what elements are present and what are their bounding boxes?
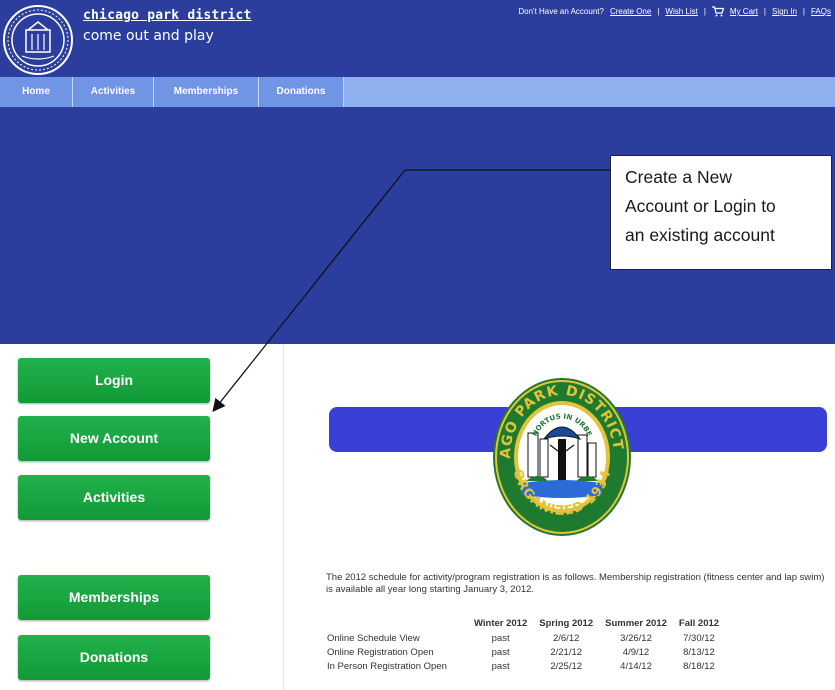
donations-button[interactable]: Donations: [18, 635, 210, 680]
wish-list-link[interactable]: Wish List: [665, 7, 697, 16]
table-cell: 2/21/12: [550, 646, 583, 658]
callout-line: an existing account: [625, 225, 775, 245]
nav-item-home[interactable]: Home: [0, 77, 73, 107]
nav-item-memberships[interactable]: Memberships: [154, 77, 259, 107]
cart-icon[interactable]: [711, 6, 724, 17]
table-cell: 2/25/12: [550, 660, 583, 672]
create-account-link[interactable]: Create One: [610, 7, 651, 16]
nav-item-donations[interactable]: Donations: [259, 77, 344, 107]
table-cell: 8/13/12: [683, 646, 715, 658]
brand: chicago park district come out and play: [83, 8, 252, 44]
table-header-row: Winter 2012 Spring 2012 Summer 2012 Fall…: [324, 618, 725, 631]
nav-item-activities[interactable]: Activities: [73, 77, 154, 107]
table-cell: past: [491, 660, 510, 672]
callout-line: Create a New: [625, 167, 732, 187]
brand-tagline: come out and play: [83, 28, 214, 44]
column-header: [324, 618, 468, 631]
table-cell: past: [491, 632, 510, 644]
table-cell: 7/30/12: [683, 632, 715, 644]
column-header: Spring 2012: [539, 618, 594, 629]
registration-schedule-table: Winter 2012 Spring 2012 Summer 2012 Fall…: [324, 618, 725, 673]
column-header: Summer 2012: [605, 618, 667, 629]
link-separator: |: [657, 7, 660, 16]
table-row: In Person Registration Open past 2/25/12…: [324, 659, 725, 673]
table-row: Online Registration Open past 2/21/12 4/…: [324, 645, 725, 659]
table-cell: past: [491, 646, 510, 658]
faqs-link[interactable]: FAQs: [811, 7, 831, 16]
column-header: Fall 2012: [678, 618, 720, 629]
table-cell: 4/14/12: [620, 660, 652, 672]
sidebar: Login New Account Activities Memberships…: [0, 344, 284, 690]
table-cell: 3/26/12: [620, 632, 652, 644]
table-row: Online Schedule View past 2/6/12 3/26/12…: [324, 631, 725, 645]
callout-line: Account or Login to: [625, 196, 776, 216]
main-content: CHICAGO PARK DISTRICT SEAL HORTUS IN URB…: [284, 344, 835, 690]
table-cell: Online Registration Open: [327, 646, 434, 658]
my-cart-link[interactable]: My Cart: [730, 7, 758, 16]
sign-in-link[interactable]: Sign In: [772, 7, 797, 16]
account-prompt: Don't Have an Account?: [518, 7, 604, 16]
column-header: Winter 2012: [474, 618, 528, 629]
park-district-logo[interactable]: [2, 4, 74, 76]
schedule-description: The 2012 schedule for activity/program r…: [326, 572, 825, 595]
annotation-callout: Create a New Account or Login to an exis…: [610, 155, 832, 270]
park-district-seal: CHICAGO PARK DISTRICT SEAL HORTUS IN URB…: [492, 377, 631, 536]
new-account-button[interactable]: New Account: [18, 416, 210, 461]
table-cell: Online Schedule View: [327, 632, 420, 644]
table-cell: 8/18/12: [683, 660, 715, 672]
link-separator: |: [802, 7, 805, 16]
table-cell: 4/9/12: [622, 646, 650, 658]
brand-name[interactable]: chicago park district: [83, 8, 252, 23]
activities-button[interactable]: Activities: [18, 475, 210, 520]
link-separator: |: [763, 7, 766, 16]
table-cell: 2/6/12: [552, 632, 580, 644]
table-cell: In Person Registration Open: [327, 660, 447, 672]
memberships-button[interactable]: Memberships: [18, 575, 210, 620]
link-separator: |: [703, 7, 706, 16]
header-bar: chicago park district come out and play …: [0, 0, 835, 77]
main-nav: Home Activities Memberships Donations: [0, 77, 835, 107]
account-links: Don't Have an Account? Create One | Wish…: [518, 6, 831, 17]
login-button[interactable]: Login: [18, 358, 210, 403]
